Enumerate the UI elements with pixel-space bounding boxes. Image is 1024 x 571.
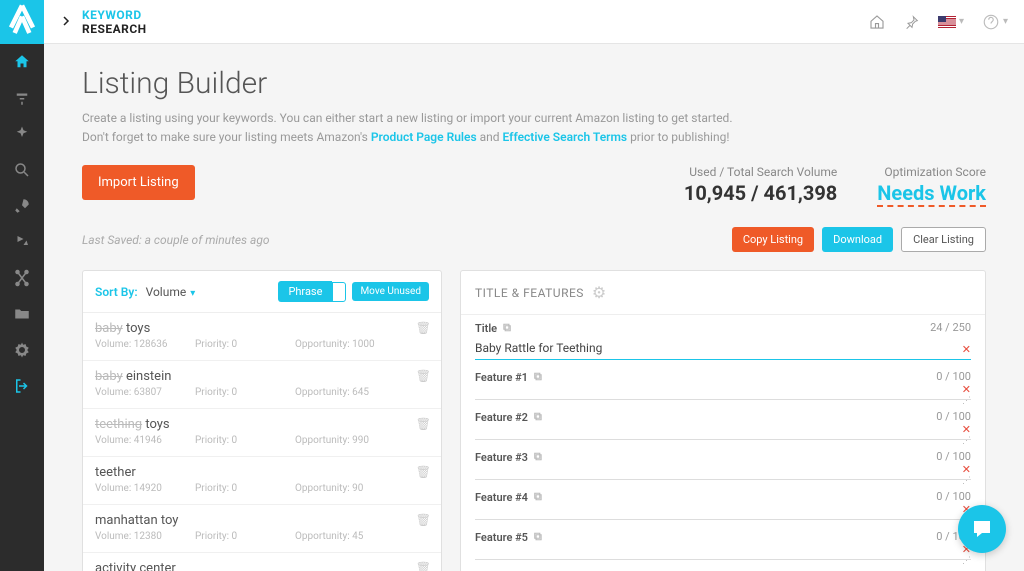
- sidebar-search-icon[interactable]: [0, 152, 44, 188]
- trash-icon[interactable]: 🗑: [416, 465, 431, 479]
- resize-handle-icon[interactable]: ⋰: [962, 556, 971, 566]
- sidebar-brush-icon[interactable]: [0, 80, 44, 116]
- sidebar-gear-icon[interactable]: [0, 332, 44, 368]
- main-content: Listing Builder Create a listing using y…: [44, 44, 1024, 571]
- feature-label: Feature #1: [475, 371, 528, 384]
- sidebar: [0, 0, 44, 571]
- feature-label: Feature #4: [475, 491, 528, 504]
- trash-icon[interactable]: 🗑: [416, 321, 431, 335]
- home-icon[interactable]: [868, 13, 886, 31]
- feature-char-count: 0 / 100: [936, 490, 971, 503]
- feature-input[interactable]: [475, 426, 971, 440]
- page-description: Create a listing using your keywords. Yo…: [82, 109, 986, 147]
- keyword-name: baby toys: [95, 321, 429, 336]
- keyword-name: manhattan toy: [95, 513, 429, 528]
- download-button[interactable]: Download: [822, 227, 893, 252]
- title-features-panel: TITLE & FEATURES ⚙ Title ⧉ 24 / 250 ✕ Fea…: [460, 270, 986, 571]
- sidebar-logout-icon[interactable]: [0, 368, 44, 404]
- feature-input[interactable]: [475, 506, 971, 520]
- keywords-panel: Sort By: Volume▾ Phrase Move Unused baby…: [82, 270, 442, 571]
- last-saved-text: Last Saved: a couple of minutes ago: [82, 233, 270, 247]
- expand-sidebar-chevron[interactable]: [60, 12, 72, 31]
- keyword-row[interactable]: baby toys Volume: 128636Priority: 0Oppor…: [83, 313, 441, 361]
- pin-icon[interactable]: [904, 14, 920, 30]
- keyword-name: activity center: [95, 561, 429, 571]
- trash-icon[interactable]: 🗑: [416, 417, 431, 431]
- keyword-row[interactable]: teething toys Volume: 41946Priority: 0Op…: [83, 409, 441, 457]
- phrase-toggle-switch[interactable]: [332, 282, 346, 302]
- sidebar-sparkle-icon[interactable]: [0, 116, 44, 152]
- feature-label: Feature #5: [475, 531, 528, 544]
- panel-header: TITLE & FEATURES: [475, 286, 584, 300]
- sidebar-split-icon[interactable]: [0, 260, 44, 296]
- copy-icon[interactable]: ⧉: [534, 490, 542, 504]
- help-icon[interactable]: ▾: [982, 13, 1008, 31]
- feature-label: Feature #3: [475, 451, 528, 464]
- topbar: KEYWORDRESEARCH ▾ ▾: [44, 0, 1024, 44]
- feature-row: Feature #2⧉ 0 / 100 ✕ ⋰: [461, 404, 985, 444]
- feature-char-count: 0 / 100: [936, 410, 971, 423]
- product-rules-link[interactable]: Product Page Rules: [371, 130, 477, 144]
- title-input[interactable]: [475, 337, 971, 360]
- copy-icon[interactable]: ⧉: [534, 410, 542, 424]
- title-label: Title: [475, 322, 497, 335]
- feature-input[interactable]: [475, 466, 971, 480]
- copy-icon[interactable]: ⧉: [503, 321, 511, 335]
- app-title: KEYWORDRESEARCH: [82, 8, 147, 36]
- sidebar-folder-icon[interactable]: [0, 296, 44, 332]
- keyword-row[interactable]: teether Volume: 14920Priority: 0Opportun…: [83, 457, 441, 505]
- sidebar-flag-icon[interactable]: [0, 224, 44, 260]
- feature-row: Feature #3⧉ 0 / 100 ✕ ⋰: [461, 444, 985, 484]
- copy-icon[interactable]: ⧉: [534, 370, 542, 384]
- feature-char-count: 0 / 100: [936, 450, 971, 463]
- search-volume-stat: Used / Total Search Volume 10,945 / 461,…: [684, 165, 837, 207]
- keyword-name: teething toys: [95, 417, 429, 432]
- clear-field-icon[interactable]: ✕: [962, 343, 971, 356]
- sidebar-home-icon[interactable]: [0, 44, 44, 80]
- clear-field-icon[interactable]: ✕: [962, 423, 971, 436]
- brand-logo[interactable]: [0, 0, 44, 44]
- trash-icon[interactable]: 🗑: [416, 513, 431, 527]
- feature-input[interactable]: [475, 546, 971, 560]
- optimization-score-stat: Optimization Score Needs Work: [877, 165, 986, 207]
- page-title: Listing Builder: [82, 66, 986, 101]
- keyword-row[interactable]: activity center Volume: 10518Priority: 0…: [83, 553, 441, 571]
- feature-label: Feature #2: [475, 411, 528, 424]
- copy-icon[interactable]: ⧉: [534, 530, 542, 544]
- keyword-row[interactable]: baby einstein Volume: 63807Priority: 0Op…: [83, 361, 441, 409]
- feature-row: Feature #4⧉ 0 / 100 ✕ ⋰: [461, 484, 985, 524]
- sidebar-rocket-icon[interactable]: [0, 188, 44, 224]
- copy-icon[interactable]: ⧉: [534, 450, 542, 464]
- panel-settings-icon[interactable]: ⚙: [592, 283, 606, 302]
- clear-listing-button[interactable]: Clear Listing: [901, 227, 986, 252]
- feature-input[interactable]: [475, 386, 971, 400]
- move-unused-button[interactable]: Move Unused: [352, 282, 429, 301]
- keyword-name: baby einstein: [95, 369, 429, 384]
- clear-field-icon[interactable]: ✕: [962, 463, 971, 476]
- import-listing-button[interactable]: Import Listing: [82, 165, 195, 200]
- sort-label: Sort By:: [95, 285, 138, 299]
- copy-listing-button[interactable]: Copy Listing: [732, 227, 814, 252]
- feature-row: Feature #5⧉ 0 / 100 ✕ ⋰: [461, 524, 985, 564]
- phrase-toggle-button[interactable]: Phrase: [278, 281, 332, 302]
- title-char-count: 24 / 250: [930, 321, 971, 334]
- locale-flag[interactable]: ▾: [938, 16, 964, 28]
- clear-field-icon[interactable]: ✕: [962, 383, 971, 396]
- trash-icon[interactable]: 🗑: [416, 561, 431, 571]
- sort-select[interactable]: Volume▾: [146, 285, 196, 299]
- trash-icon[interactable]: 🗑: [416, 369, 431, 383]
- chat-widget-button[interactable]: [958, 505, 1006, 553]
- keyword-name: teether: [95, 465, 429, 480]
- keyword-row[interactable]: manhattan toy Volume: 12380Priority: 0Op…: [83, 505, 441, 553]
- feature-char-count: 0 / 100: [936, 370, 971, 383]
- feature-row: Feature #1⧉ 0 / 100 ✕ ⋰: [461, 364, 985, 404]
- search-terms-link[interactable]: Effective Search Terms: [503, 130, 628, 144]
